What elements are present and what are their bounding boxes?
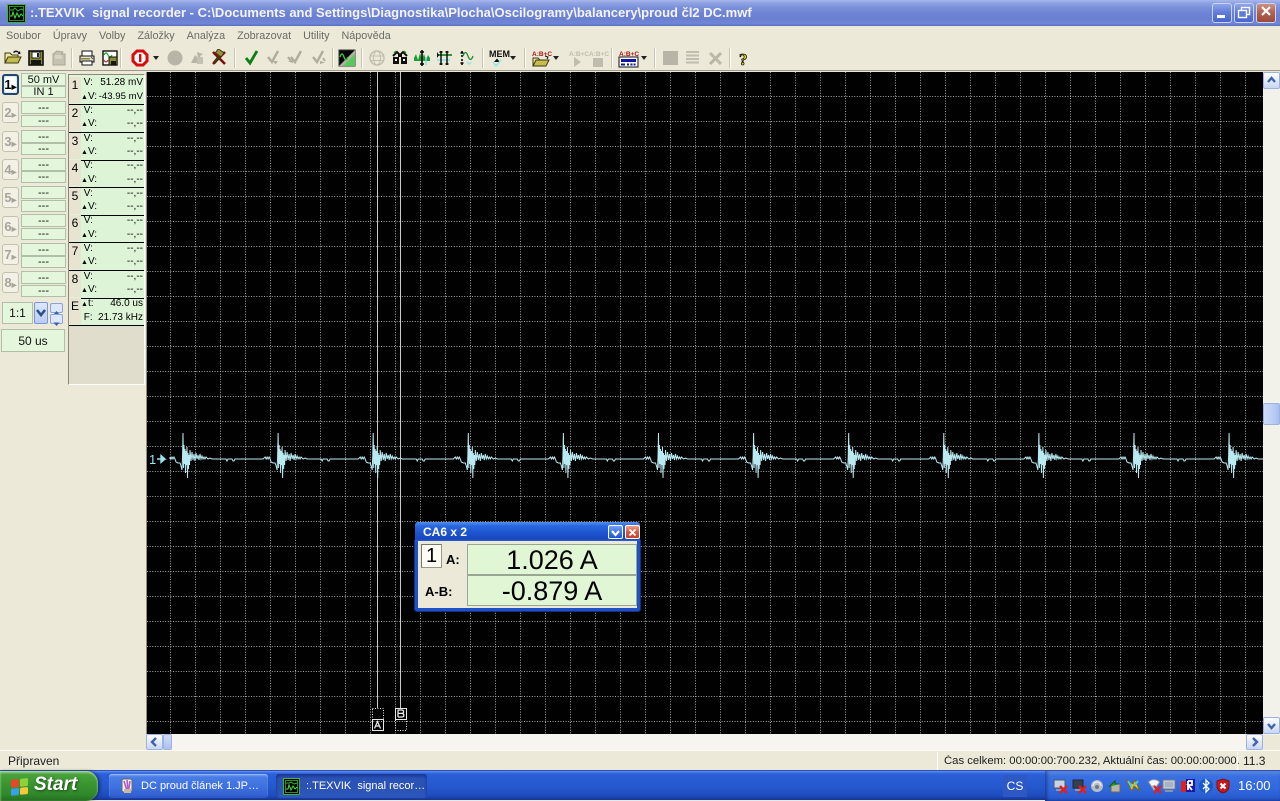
svg-text:1: 1 — [149, 452, 156, 467]
svg-text:A:B+C: A:B+C — [589, 51, 609, 58]
svg-text:A:B+C: A:B+C — [569, 51, 589, 58]
svg-text:A:B+C: A:B+C — [532, 51, 552, 58]
svg-text:?: ? — [739, 50, 748, 68]
svg-text:MEM: MEM — [489, 49, 510, 59]
